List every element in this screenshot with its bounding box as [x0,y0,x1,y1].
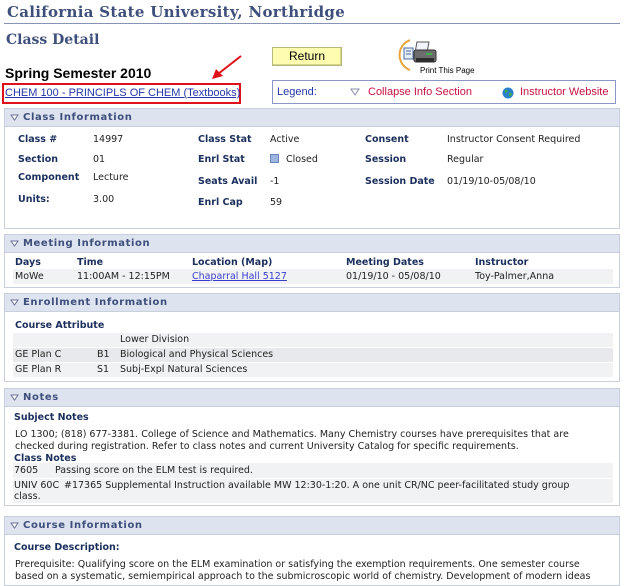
term-label: Spring Semester 2010 [5,65,152,81]
class-note-text: #17365 Supplemental Instruction availabl… [64,480,570,491]
section-title: Enrollment Information [23,297,168,308]
notes-section: Notes Subject Notes LO 1300; (818) 677-3… [4,388,620,506]
attribute-plan: GE Plan C [15,349,62,360]
class-information-header[interactable]: Class Information [5,109,619,127]
seats-avail-label: Seats Avail [198,176,258,187]
class-stat-label: Class Stat [198,134,252,145]
print-label: Print This Page [420,66,475,75]
subject-notes-text: checked during registration. Refer to cl… [15,441,519,452]
legend: Legend: Collapse Info Section Instructor… [272,80,616,104]
enrl-cap-value: 59 [270,197,283,208]
session-value: Regular [447,154,484,165]
instructor-name: Toy-Palmer,Anna [475,271,555,282]
class-note-text: class. [14,491,41,502]
closed-status-icon [270,154,279,163]
units-label: Units: [18,194,50,205]
units-value: 3.00 [93,194,115,205]
course-description-text: based on a systematic, semiempirical app… [15,571,591,582]
subject-notes-text: LO 1300; (818) 677-3381. College of Scie… [15,429,569,440]
page-title: Class Detail [6,32,100,48]
attribute-desc: Lower Division [120,334,190,345]
class-stat-value: Active [270,134,300,145]
seats-avail-value: -1 [270,176,280,187]
table-row [13,333,613,347]
meeting-days: MoWe [15,271,44,282]
collapse-triangle-icon [10,114,19,121]
col-days: Days [15,257,41,268]
print-page-button[interactable]: Print This Page [396,36,486,78]
consent-label: Consent [365,134,409,145]
class-information-section: Class Information Class # 14997 Section … [4,108,620,229]
section-title: Course Information [23,520,143,531]
legend-label: Legend: [277,86,317,98]
course-attribute-heading: Course Attribute [15,320,105,331]
class-number-label: Class # [18,134,58,145]
return-button[interactable]: Return [272,47,342,66]
class-note-code: 7605 [14,465,39,476]
enrl-stat-text: Closed [286,154,318,165]
course-textbooks-link[interactable]: CHEM 100 - PRINCIPLS OF CHEM (Textbooks) [5,87,240,99]
section-title: Notes [23,392,59,403]
attribute-code: B1 [97,349,110,360]
meeting-dates: 01/19/10 - 05/08/10 [346,271,441,282]
attribute-plan: GE Plan R [15,364,62,375]
course-information-header[interactable]: Course Information [5,517,619,535]
component-label: Component [18,172,80,183]
course-description-heading: Course Description: [14,542,120,553]
session-date-label: Session Date [365,176,435,187]
attribute-code: S1 [97,364,110,375]
enrl-stat-value: Closed [270,154,318,165]
collapse-triangle-icon [10,299,19,306]
enrollment-information-section: Enrollment Information Course Attribute … [4,293,620,382]
col-meeting-dates: Meeting Dates [346,257,424,268]
component-value: Lecture [93,172,129,183]
enrollment-information-header[interactable]: Enrollment Information [5,294,619,312]
section-value: 01 [93,154,106,165]
session-label: Session [365,154,407,165]
collapse-triangle-icon [10,522,19,529]
col-time: Time [77,257,104,268]
section-label: Section [18,154,59,165]
meeting-time: 11:00AM - 12:15PM [77,271,170,282]
collapse-triangle-icon [10,240,19,247]
enrl-cap-label: Enrl Cap [198,197,243,208]
attribute-desc: Subj-Expl Natural Sciences [120,364,248,375]
collapse-triangle-icon [350,88,360,96]
enrl-stat-label: Enrl Stat [198,154,245,165]
meeting-information-section: Meeting Information Days Time Location (… [4,234,620,288]
globe-icon [502,87,514,99]
session-date-value: 01/19/10-05/08/10 [447,176,536,187]
collapse-triangle-icon [10,394,19,401]
col-instructor: Instructor [475,257,529,268]
meeting-information-header[interactable]: Meeting Information [5,235,619,253]
subject-notes-heading: Subject Notes [14,412,89,423]
legend-collapse-text: Collapse Info Section [368,86,472,98]
consent-value: Instructor Consent Required [447,134,581,145]
legend-website-text: Instructor Website [520,86,609,98]
course-information-section: Course Information Course Description: P… [4,516,620,586]
class-number-value: 14997 [93,134,124,145]
university-title: California State University, Northridge [7,3,346,21]
class-note-text: Passing score on the ELM test is require… [55,465,253,476]
location-map-link[interactable]: Chaparral Hall 5127 [192,271,287,282]
section-title: Meeting Information [23,238,151,249]
section-title: Class Information [23,112,133,123]
red-arrow-annotation [212,55,242,79]
attribute-desc: Biological and Physical Sciences [120,349,274,360]
col-location: Location (Map) [192,257,273,268]
course-description-text: Prerequisite: Qualifying score on the EL… [15,559,580,570]
notes-header[interactable]: Notes [5,389,619,407]
header-divider [4,23,620,24]
